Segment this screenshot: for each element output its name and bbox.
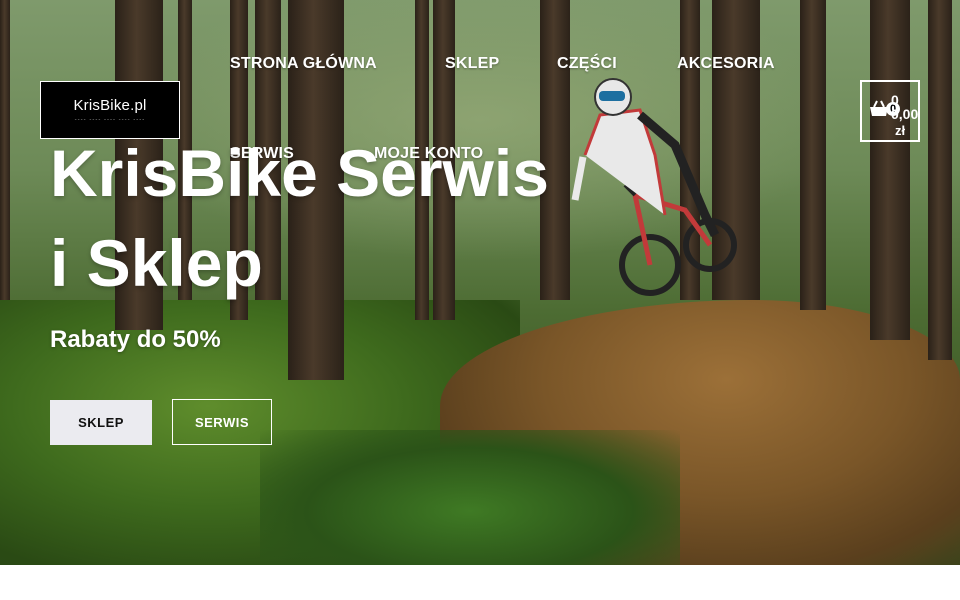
tree-trunk [800, 0, 826, 310]
logo-text: KrisBike.pl [73, 97, 147, 114]
logo-tagline: ---- ---- ---- ---- ---- [74, 117, 146, 123]
foreground-grass [260, 430, 680, 565]
nav-item-akcesoria[interactable]: AKCESORIA [677, 55, 775, 73]
nav-item-strona-glowna[interactable]: STRONA GŁÓWNA [230, 55, 377, 73]
tree-trunk [870, 0, 910, 340]
nav-item-czesci[interactable]: CZĘŚCI [557, 55, 617, 73]
shop-button[interactable]: SKLEP [50, 400, 152, 445]
mountain-biker-image [571, 78, 737, 296]
tree-trunk [0, 0, 10, 300]
cart-button[interactable]: 0 0 0,00 zł [860, 80, 920, 142]
tree-trunk [928, 0, 952, 360]
cart-amount: 0,00 [891, 106, 919, 122]
service-button[interactable]: SERWIS [172, 399, 272, 445]
cart-currency: zł [895, 123, 906, 138]
hero-title: KrisBike Serwis i Sklep [50, 136, 549, 300]
hero-subtitle: Rabaty do 50% [50, 326, 221, 353]
nav-item-sklep[interactable]: SKLEP [445, 55, 499, 73]
